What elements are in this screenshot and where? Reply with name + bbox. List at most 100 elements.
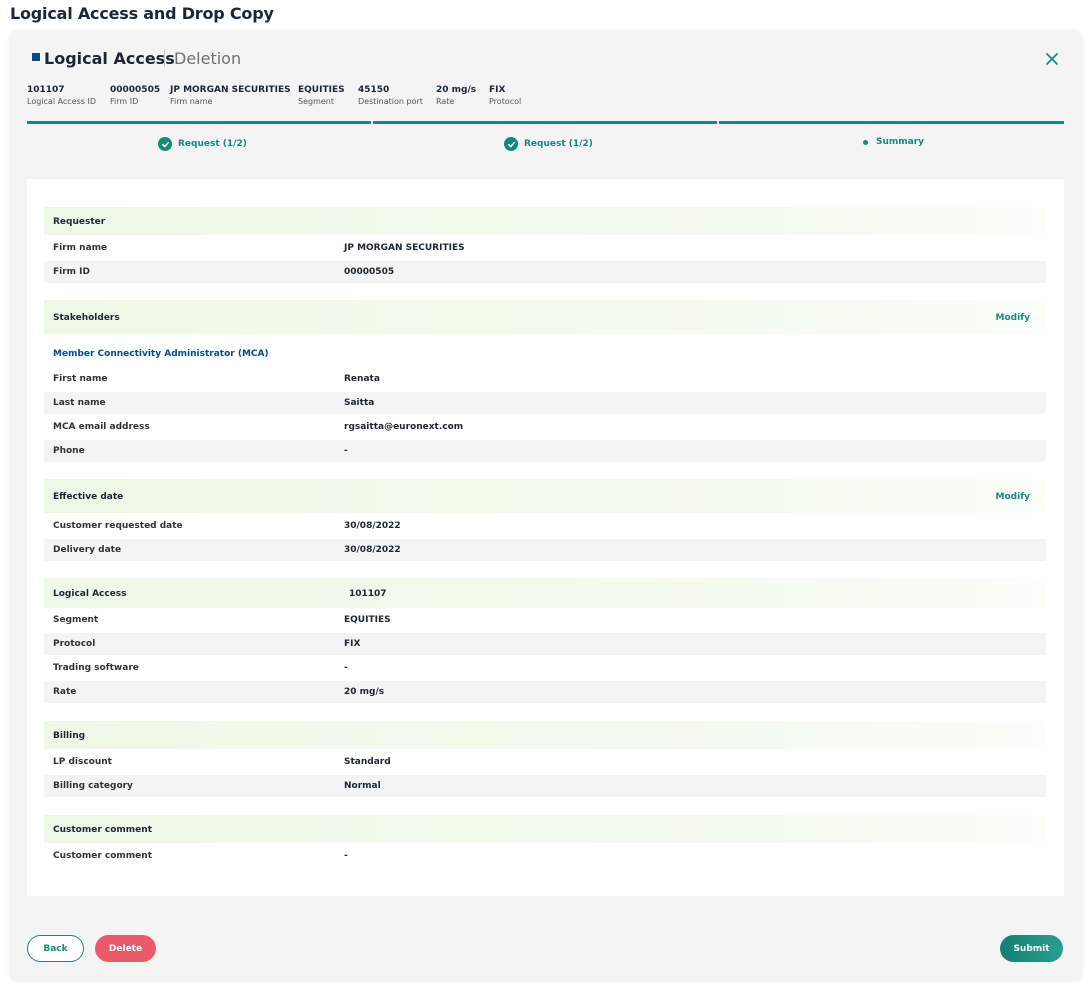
meta-value: 00000505 bbox=[110, 85, 161, 95]
section-stakeholders-header: Stakeholders Modify bbox=[44, 300, 1046, 334]
row-key: Trading software bbox=[53, 663, 139, 673]
card-title: Logical Access bbox=[44, 49, 175, 68]
step-request-1[interactable]: Request (1/2) bbox=[158, 137, 247, 151]
table-row: Phone - bbox=[44, 440, 1046, 462]
section-title: Billing bbox=[53, 731, 86, 741]
submit-button[interactable]: Submit bbox=[1000, 935, 1063, 962]
row-key: Billing category bbox=[53, 781, 133, 791]
row-value: Saitta bbox=[344, 398, 375, 408]
row-value: 00000505 bbox=[344, 267, 395, 277]
row-key: LP discount bbox=[53, 757, 112, 767]
section-title: Effective date bbox=[53, 492, 124, 502]
step-progress-bar-2 bbox=[373, 121, 717, 124]
section-title: Stakeholders bbox=[53, 313, 120, 323]
row-value: Normal bbox=[344, 781, 381, 791]
meta-label: Firm name bbox=[170, 97, 213, 106]
step-summary[interactable]: Summary bbox=[863, 137, 924, 147]
row-key: Delivery date bbox=[53, 545, 122, 555]
logical-access-id-value: 101107 bbox=[349, 589, 387, 599]
section-customer-comment-header: Customer comment bbox=[44, 815, 1046, 843]
meta-value: EQUITIES bbox=[298, 85, 345, 95]
table-row: Segment EQUITIES bbox=[44, 609, 1046, 631]
meta-firm-id: 00000505 Firm ID bbox=[110, 85, 160, 106]
meta-label: Logical Access ID bbox=[27, 97, 97, 106]
row-value: - bbox=[344, 851, 348, 861]
row-key: Protocol bbox=[53, 639, 96, 649]
meta-label: Destination port bbox=[358, 97, 423, 106]
step-label: Request (1/2) bbox=[524, 139, 593, 149]
card-subtitle: Deletion bbox=[174, 49, 242, 68]
table-row: Rate 20 mg/s bbox=[44, 681, 1046, 703]
table-row: Firm ID 00000505 bbox=[44, 261, 1046, 283]
row-value: - bbox=[344, 446, 348, 456]
delete-button[interactable]: Delete bbox=[95, 935, 156, 962]
summary-panel: Requester Firm name JP MORGAN SECURITIES… bbox=[27, 179, 1064, 896]
brand-square-icon bbox=[32, 53, 40, 61]
section-title: Requester bbox=[53, 217, 106, 227]
meta-value: 45150 bbox=[358, 85, 390, 95]
row-key: First name bbox=[53, 374, 108, 384]
table-row: Firm name JP MORGAN SECURITIES bbox=[44, 237, 1046, 259]
title-divider bbox=[164, 49, 165, 67]
row-key: Segment bbox=[53, 615, 99, 625]
modify-stakeholders-link[interactable]: Modify bbox=[996, 313, 1030, 323]
meta-value: JP MORGAN SECURITIES bbox=[170, 85, 291, 95]
deletion-card: Logical Access Deletion 101107 Logical A… bbox=[10, 30, 1082, 980]
section-title: Customer comment bbox=[53, 825, 152, 835]
meta-value: FIX bbox=[489, 85, 506, 95]
row-value: 30/08/2022 bbox=[344, 521, 401, 531]
modify-effective-date-link[interactable]: Modify bbox=[996, 492, 1030, 502]
table-row: Billing category Normal bbox=[44, 775, 1046, 797]
section-logical-access-header: Logical Access 101107 bbox=[44, 578, 1046, 608]
table-row: Customer requested date 30/08/2022 bbox=[44, 515, 1046, 537]
table-row: Last name Saitta bbox=[44, 392, 1046, 414]
step-label: Request (1/2) bbox=[178, 139, 247, 149]
dot-icon bbox=[863, 139, 868, 145]
row-key: Customer comment bbox=[53, 851, 152, 861]
row-value: EQUITIES bbox=[344, 615, 391, 625]
row-key: Rate bbox=[53, 687, 77, 697]
section-effective-date-header: Effective date Modify bbox=[44, 479, 1046, 513]
check-circle-icon bbox=[158, 137, 172, 151]
row-value: FIX bbox=[344, 639, 361, 649]
check-circle-icon bbox=[504, 137, 518, 151]
mca-subheading: Member Connectivity Administrator (MCA) bbox=[53, 349, 269, 359]
table-row: First name Renata bbox=[44, 368, 1046, 390]
meta-label: Firm ID bbox=[110, 97, 139, 106]
row-value: - bbox=[344, 663, 348, 673]
row-value: Renata bbox=[344, 374, 380, 384]
meta-value: 20 mg/s bbox=[436, 85, 477, 95]
table-row: Customer comment - bbox=[44, 845, 1046, 867]
meta-rate: 20 mg/s Rate bbox=[436, 85, 476, 106]
meta-label: Rate bbox=[436, 97, 455, 106]
table-row: Protocol FIX bbox=[44, 633, 1046, 655]
row-key: Phone bbox=[53, 446, 85, 456]
step-request-2[interactable]: Request (1/2) bbox=[504, 137, 593, 151]
row-value: JP MORGAN SECURITIES bbox=[344, 243, 465, 253]
page-title: Logical Access and Drop Copy bbox=[10, 4, 274, 23]
row-key: Customer requested date bbox=[53, 521, 183, 531]
meta-value: 101107 bbox=[27, 85, 65, 95]
close-icon[interactable] bbox=[1045, 52, 1059, 66]
table-row: Delivery date 30/08/2022 bbox=[44, 539, 1046, 561]
meta-destination-port: 45150 Destination port bbox=[358, 85, 423, 106]
meta-label: Protocol bbox=[489, 97, 522, 106]
meta-label: Segment bbox=[298, 97, 334, 106]
back-button[interactable]: Back bbox=[27, 935, 84, 962]
row-key: Last name bbox=[53, 398, 106, 408]
row-key: Firm ID bbox=[53, 267, 91, 277]
row-value: Standard bbox=[344, 757, 391, 767]
step-progress-bar-3 bbox=[719, 121, 1064, 124]
meta-protocol: FIX Protocol bbox=[489, 85, 521, 106]
meta-firm-name: JP MORGAN SECURITIES Firm name bbox=[170, 85, 291, 106]
meta-segment: EQUITIES Segment bbox=[298, 85, 345, 106]
row-key: MCA email address bbox=[53, 422, 150, 432]
step-progress-bar-1 bbox=[27, 121, 371, 124]
section-billing-header: Billing bbox=[44, 721, 1046, 749]
meta-logical-access-id: 101107 Logical Access ID bbox=[27, 85, 96, 106]
row-value: 30/08/2022 bbox=[344, 545, 401, 555]
row-value: rgsaitta@euronext.com bbox=[344, 422, 464, 432]
step-label: Summary bbox=[876, 137, 925, 147]
table-row: Trading software - bbox=[44, 657, 1046, 679]
section-title: Logical Access bbox=[53, 589, 127, 599]
